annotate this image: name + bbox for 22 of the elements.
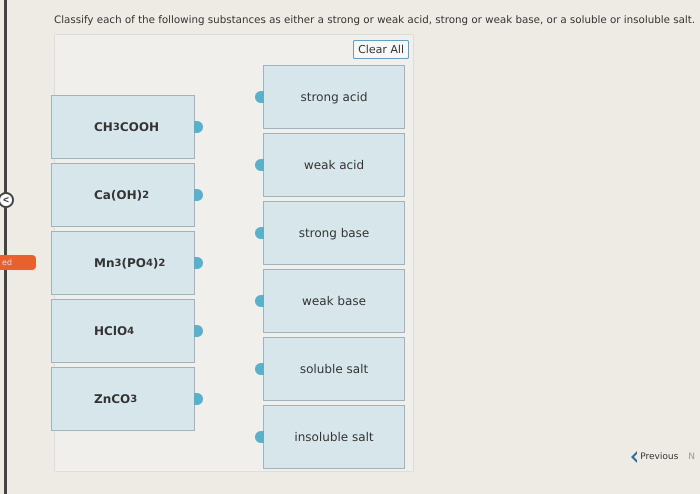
previous-button[interactable]: Previous: [631, 451, 678, 463]
chevron-left-icon: [631, 451, 638, 463]
connector-handle-icon[interactable]: [194, 393, 203, 405]
category-card[interactable]: strong base: [263, 201, 405, 265]
connector-handle-icon[interactable]: [255, 159, 264, 171]
connector-handle-icon[interactable]: [255, 227, 264, 239]
instruction-text: Classify each of the following substances as either a strong or weak acid, strong or weak base, or a soluble or insoluble salt.: [54, 14, 696, 26]
connector-handle-icon[interactable]: [255, 91, 264, 103]
connector-handle-icon[interactable]: [194, 121, 203, 133]
category-card[interactable]: insoluble salt: [263, 405, 405, 469]
connector-handle-icon[interactable]: [194, 257, 203, 269]
category-card[interactable]: soluble salt: [263, 337, 405, 401]
collapse-button[interactable]: <: [0, 192, 14, 208]
clear-all-button[interactable]: Clear All: [353, 40, 409, 59]
connector-handle-icon[interactable]: [255, 295, 264, 307]
category-card[interactable]: strong acid: [263, 65, 405, 129]
category-card[interactable]: weak acid: [263, 133, 405, 197]
category-card[interactable]: weak base: [263, 269, 405, 333]
connector-handle-icon[interactable]: [194, 325, 203, 337]
connector-handle-icon[interactable]: [255, 363, 264, 375]
connector-handle-icon[interactable]: [194, 189, 203, 201]
connector-handle-icon[interactable]: [255, 431, 264, 443]
